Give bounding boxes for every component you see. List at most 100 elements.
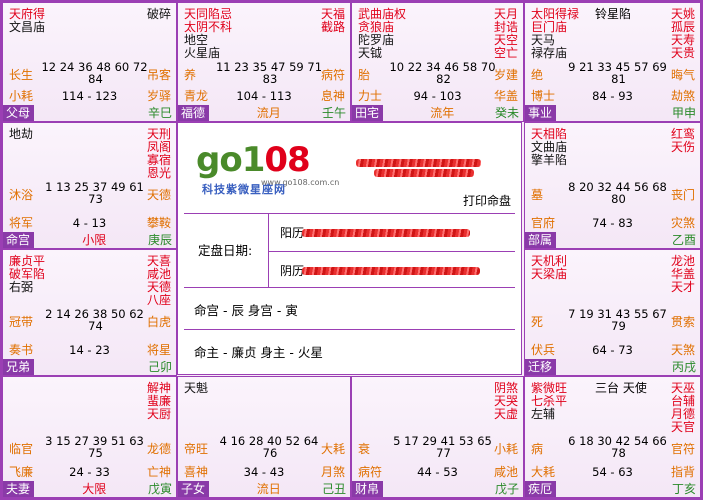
- palace-footer: 夫妻 大限 戊寅: [3, 481, 176, 497]
- redacted-name-scribble: [356, 159, 481, 167]
- redacted-name-scribble: [374, 169, 474, 177]
- main-stars: 天同陷忌 太阴不科 地空 火星庙: [184, 8, 232, 60]
- palace-name[interactable]: 部属: [525, 232, 557, 248]
- palace-footer: 事业 甲申: [525, 105, 700, 121]
- palace-zi[interactable]: 阴煞 天哭 天虚衰 5 17 29 41 53 65 77 小耗 病符 44 - 53 咸池 财帛…: [351, 376, 524, 498]
- year-star: 丧门: [670, 188, 695, 202]
- star: 天梁庙: [531, 267, 568, 281]
- print-chart-link[interactable]: 打印命盘: [463, 195, 511, 208]
- chart-center-panel: go108 www.go108.com.cn 科技紫微星座网 打印命盘 定盘日期…: [177, 122, 522, 375]
- palace-footer: 父母 辛巳: [3, 105, 176, 121]
- star: 天钺: [358, 46, 383, 60]
- palace-si[interactable]: 天府得 文昌庙 破碎 长生 12 24 36 48 60 72 84 吊客 小耗 114 - 1…: [2, 2, 177, 122]
- palace-mao[interactable]: 廉贞平 破军陷 右弼 天喜 咸池 天德 八座 冠带 2 14 26 38 50 62 74 白虎 奏书…: [2, 249, 177, 376]
- year-star: 晦气: [670, 68, 695, 82]
- main-stars: 地劫: [9, 128, 33, 141]
- year-star: 小耗: [493, 442, 518, 456]
- palace-footer: 子女 流日 己丑: [178, 481, 350, 497]
- palace-footer: 部属 乙酉: [525, 232, 700, 248]
- palace-xu[interactable]: 天机利 天梁庙 龙池 华盖 天才死 7 19 31 43 55 67 79 贯索 伏兵 64 - …: [524, 249, 701, 376]
- minor-star: 铃星陷: [595, 7, 632, 21]
- main-stars: 天相陷 文曲庙 擎羊陷: [531, 128, 567, 167]
- star: 天魁: [184, 381, 209, 395]
- palace-name[interactable]: 疾厄: [525, 481, 557, 497]
- main-stars: 紫微旺 七杀平 左辅: [531, 382, 567, 421]
- stem-branch: 辛巳: [148, 106, 172, 120]
- go108-logo[interactable]: go108 www.go108.com.cn 科技紫微星座网: [196, 143, 346, 196]
- star: 右弼: [9, 280, 34, 294]
- star: 破碎: [146, 7, 171, 21]
- stem-branch-label: 丁亥: [671, 482, 696, 496]
- star: 天伤: [670, 140, 695, 154]
- main-stars: 太阳得禄 巨门庙 天马 禄存庙: [531, 8, 579, 60]
- stem-branch-label: 丙戌: [671, 360, 696, 374]
- palace-footer: 命宫 小限 庚辰: [3, 232, 176, 248]
- general-star: 劫煞: [670, 89, 695, 103]
- year-star: 官符: [670, 442, 695, 456]
- stem-branch-label: 己卯: [147, 360, 172, 374]
- stem-branch: 丁亥: [672, 482, 696, 496]
- general-star: 息神: [320, 89, 345, 103]
- divider: [268, 251, 515, 252]
- general-star: 灾煞: [670, 216, 695, 230]
- auxiliary-stars: 天刑 凤阁 寡宿 恩光: [147, 128, 171, 180]
- auxiliary-stars: 破碎: [147, 8, 171, 21]
- main-stars: 武曲庙权 贪狼庙 陀罗庙 天钺: [358, 8, 406, 60]
- stem-branch: 己卯: [148, 360, 172, 374]
- main-stars: 天府得 文昌庙: [9, 8, 45, 34]
- palace-name[interactable]: 父母: [3, 105, 35, 121]
- palace-footer: 田宅 流年 癸未: [352, 105, 523, 121]
- star: 火星庙: [184, 46, 221, 60]
- palace-shen[interactable]: 太阳得禄 巨门庙 天马 禄存庙 铃星陷 天姚 孤辰 天寿 天贵绝 9 21 33 45 57 69…: [524, 2, 701, 122]
- stem-branch: 丙戌: [672, 360, 696, 374]
- palace-you[interactable]: 天相陷 文曲庙 擎羊陷 红鸾 天伤墓 8 20 32 44 56 68 80 丧门 官府 74 -…: [524, 122, 701, 249]
- general-star: 亡神: [146, 465, 171, 479]
- palace-chen[interactable]: 地劫 天刑 凤阁 寡宿 恩光 沐浴 1 13 25 37 49 61 73 天德 将军 4 - 13…: [2, 122, 177, 249]
- redacted-lunar-date: [302, 267, 480, 275]
- palace-name[interactable]: 迁移: [525, 359, 557, 375]
- flow-marker: 流年: [430, 106, 455, 120]
- star: 天贵: [670, 46, 695, 60]
- main-stars: 天魁: [184, 382, 208, 395]
- star: 天虚: [493, 407, 518, 421]
- palace-name[interactable]: 田宅: [352, 105, 384, 121]
- palace-footer: 福德 流月 壬午: [178, 105, 350, 121]
- year-star: 大耗: [320, 442, 345, 456]
- palace-wei[interactable]: 武曲庙权 贪狼庙 陀罗庙 天钺 天月 封诰 天空 空亡胎 10 22 34 46 58 70 82…: [351, 2, 524, 122]
- palace-footer: 财帛 戊子: [352, 481, 523, 497]
- stem-branch-label: 己丑: [321, 482, 346, 496]
- palace-name[interactable]: 夫妻: [3, 481, 35, 497]
- year-star: 病符: [320, 68, 345, 82]
- star: 八座: [146, 293, 171, 307]
- auxiliary-stars: 天月 封诰 天空 空亡: [494, 8, 518, 60]
- palace-hai[interactable]: 紫微旺 七杀平 左辅 三台 天使 天巫 台辅 月德 天官病 6 18 30 42 54 66 78…: [524, 376, 701, 498]
- flow-marker: 流月: [256, 106, 281, 120]
- auxiliary-stars: 解神 蜚廉 天厨: [147, 382, 171, 421]
- flow-marker: 大限: [82, 482, 107, 496]
- auxiliary-stars: 天巫 台辅 月德 天官: [671, 382, 695, 434]
- flow-marker: 小限: [82, 233, 107, 247]
- star: 左辅: [531, 407, 556, 421]
- palace-chou[interactable]: 天魁 帝旺 4 16 28 40 52 64 76 大耗 喜神 34 - 43 月煞 子女 流日己…: [177, 376, 351, 498]
- star: 擎羊陷: [531, 153, 568, 167]
- general-star: 攀鞍: [146, 216, 171, 230]
- star: 天官: [670, 420, 695, 434]
- ming-shen-master: 命主 - 廉贞 身主 - 火星: [194, 345, 323, 360]
- palace-footer: 迁移 丙戌: [525, 359, 700, 375]
- palace-name[interactable]: 命宫: [3, 232, 35, 248]
- general-star: 岁驿: [146, 89, 171, 103]
- palace-wu[interactable]: 天同陷忌 太阴不科 地空 火星庙 天福 截路养 11 23 35 47 59 71 83 病符青…: [177, 2, 351, 122]
- palace-name[interactable]: 子女: [178, 481, 210, 497]
- redacted-solar-date: [302, 229, 470, 237]
- auxiliary-stars: 天姚 孤辰 天寿 天贵: [671, 8, 695, 60]
- birth-date-table: 定盘日期: 阳历 阴历: [184, 213, 515, 288]
- stem-branch: 庚辰: [148, 233, 172, 247]
- palace-name[interactable]: 事业: [525, 105, 557, 121]
- year-star: 岁建: [493, 68, 518, 82]
- palace-name[interactable]: 财帛: [352, 481, 384, 497]
- palace-yin[interactable]: 解神 蜚廉 天厨 临官 3 15 27 39 51 63 75 龙德 飞廉 24 - 33 亡神夫…: [2, 376, 177, 498]
- general-star: 指背: [670, 465, 695, 479]
- palace-name[interactable]: 福德: [178, 105, 210, 121]
- stem-branch: 癸未: [495, 106, 519, 120]
- palace-name[interactable]: 兄弟: [3, 359, 35, 375]
